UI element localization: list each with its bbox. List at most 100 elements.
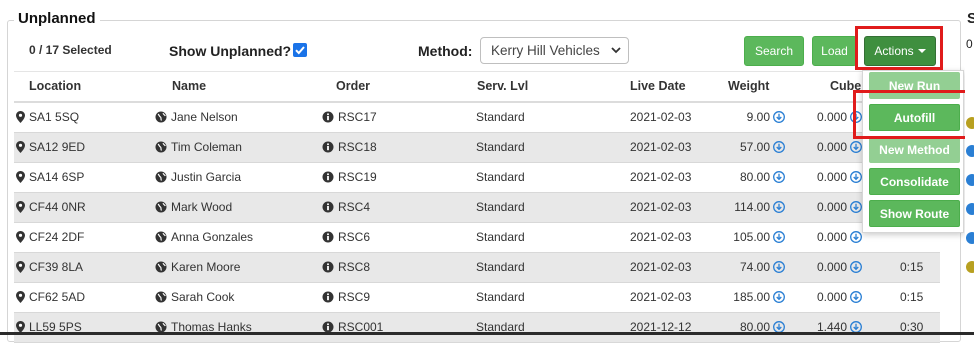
download-icon[interactable] [850, 261, 862, 273]
download-icon[interactable] [850, 291, 862, 303]
show-route-menu-item[interactable]: Show Route [869, 200, 960, 227]
selected-count: 0 / 17 Selected [29, 43, 112, 57]
cell-live-date: 2021-02-03 [630, 230, 692, 244]
download-icon[interactable] [850, 231, 862, 243]
cell-cube: 0.000 [817, 170, 862, 184]
globe-icon[interactable] [155, 261, 167, 273]
consolidate-menu-item[interactable]: Consolidate [869, 168, 960, 195]
caret-down-icon [917, 49, 926, 53]
cell-serv-lvl: Standard [476, 230, 525, 244]
globe-icon[interactable] [155, 111, 167, 123]
table-row[interactable]: CF24 2DF Anna Gonzales RSC6 Standard 2021-02… [14, 223, 940, 253]
map-pin-icon[interactable] [16, 261, 25, 273]
cell-cube: 0.000 [817, 260, 862, 274]
info-icon[interactable] [322, 141, 334, 153]
table-row[interactable]: SA14 6SP Justin Garcia RSC19 Standard 2021-0… [14, 163, 940, 193]
map-pin-icon[interactable] [16, 291, 25, 303]
info-icon[interactable] [322, 201, 334, 213]
info-icon[interactable] [322, 291, 334, 303]
download-icon[interactable] [850, 111, 862, 123]
autofill-menu-item[interactable]: Autofill [869, 104, 960, 131]
cell-weight: 9.00 [747, 110, 785, 124]
cell-name: Karen Moore [155, 260, 240, 274]
map-pin-icon[interactable] [16, 231, 25, 243]
new-method-menu-item[interactable]: New Method [869, 136, 960, 163]
map-pin-icon[interactable] [16, 201, 25, 213]
column-header-name[interactable]: Name [172, 79, 206, 93]
download-icon[interactable] [773, 171, 785, 183]
globe-icon[interactable] [155, 291, 167, 303]
table-row[interactable]: CF62 5AD Sarah Cook RSC9 Standard 2021-02-03… [14, 283, 940, 313]
cell-cube: 0.000 [817, 200, 862, 214]
cell-order: RSC17 [322, 110, 377, 124]
column-header-cube[interactable]: Cube [830, 79, 861, 93]
cell-name: Anna Gonzales [155, 230, 253, 244]
column-header-order[interactable]: Order [336, 79, 370, 93]
actions-button[interactable]: Actions [864, 36, 936, 66]
cell-serv-lvl: Standard [476, 260, 525, 274]
globe-icon[interactable] [155, 231, 167, 243]
cell-location: CF62 5AD [16, 290, 85, 304]
map-pin-icon[interactable] [16, 141, 25, 153]
cell-live-date: 2021-02-03 [630, 260, 692, 274]
new-run-menu-item[interactable]: New Run [869, 72, 960, 99]
column-header-live-date[interactable]: Live Date [630, 79, 686, 93]
right-panel-marker-icon [966, 232, 974, 244]
info-icon[interactable] [322, 171, 334, 183]
cell-order: RSC9 [322, 290, 370, 304]
table-row[interactable]: SA1 5SQ Jane Nelson RSC17 Standard 2021-02-0… [14, 103, 940, 133]
info-icon[interactable] [322, 261, 334, 273]
download-icon[interactable] [773, 141, 785, 153]
cell-live-date: 2021-02-03 [630, 200, 692, 214]
globe-icon[interactable] [155, 141, 167, 153]
search-button[interactable]: Search [744, 36, 804, 66]
chevron-down-icon [611, 47, 621, 54]
cell-cube: 0.000 [817, 230, 862, 244]
weight-text: 74.00 [739, 260, 770, 274]
column-header-weight[interactable]: Weight [728, 79, 769, 93]
globe-icon[interactable] [155, 171, 167, 183]
table-row[interactable]: SA12 9ED Tim Coleman RSC18 Standard 2021-02-… [14, 133, 940, 163]
right-panel-marker-icon [966, 145, 974, 157]
cell-name: Jane Nelson [155, 110, 238, 124]
download-icon[interactable] [773, 201, 785, 213]
method-select[interactable]: Kerry Hill Vehicles [480, 37, 629, 64]
cell-live-date: 2021-02-03 [630, 170, 692, 184]
column-header-serv-lvl[interactable]: Serv. Lvl [477, 79, 528, 93]
show-unplanned-checkbox[interactable] [293, 43, 307, 57]
panel-title: Unplanned [14, 10, 100, 28]
map-pin-icon[interactable] [16, 171, 25, 183]
table-row[interactable]: CF39 8LA Karen Moore RSC8 Standard 2021-02-0… [14, 253, 940, 283]
download-icon[interactable] [773, 111, 785, 123]
download-icon[interactable] [773, 231, 785, 243]
download-icon[interactable] [850, 141, 862, 153]
download-icon[interactable] [850, 201, 862, 213]
location-text: SA14 6SP [29, 170, 85, 184]
actions-label: Actions [874, 44, 914, 58]
info-icon[interactable] [322, 231, 334, 243]
globe-icon[interactable] [155, 201, 167, 213]
cell-name: Tim Coleman [155, 140, 242, 154]
table-row[interactable]: LL59 5PS Thomas Hanks RSC001 Standard 2021-1… [14, 313, 940, 343]
cell-serv-lvl: Standard [476, 110, 525, 124]
right-panel-marker-icon [966, 203, 974, 215]
weight-text: 57.00 [739, 140, 770, 154]
cell-weight: 80.00 [740, 170, 785, 184]
download-icon[interactable] [773, 261, 785, 273]
order-text: RSC6 [338, 230, 371, 244]
download-icon[interactable] [773, 291, 785, 303]
download-icon[interactable] [850, 171, 862, 183]
info-icon[interactable] [322, 111, 334, 123]
cell-weight: 74.00 [740, 260, 785, 274]
cell-order: RSC4 [322, 200, 370, 214]
table-body: SA1 5SQ Jane Nelson RSC17 Standard 2021-02-0… [14, 103, 940, 343]
column-header-location[interactable]: Location [29, 79, 81, 93]
cell-time: 0:15 [900, 260, 924, 274]
load-button[interactable]: Load [812, 36, 857, 66]
location-text: CF39 8LA [29, 260, 84, 274]
location-text: CF24 2DF [29, 230, 85, 244]
order-text: RSC8 [338, 260, 371, 274]
cell-cube: 0.000 [817, 290, 862, 304]
map-pin-icon[interactable] [16, 111, 25, 123]
table-row[interactable]: CF44 0NR Mark Wood RSC4 Standard 2021-02-03 1… [14, 193, 940, 223]
